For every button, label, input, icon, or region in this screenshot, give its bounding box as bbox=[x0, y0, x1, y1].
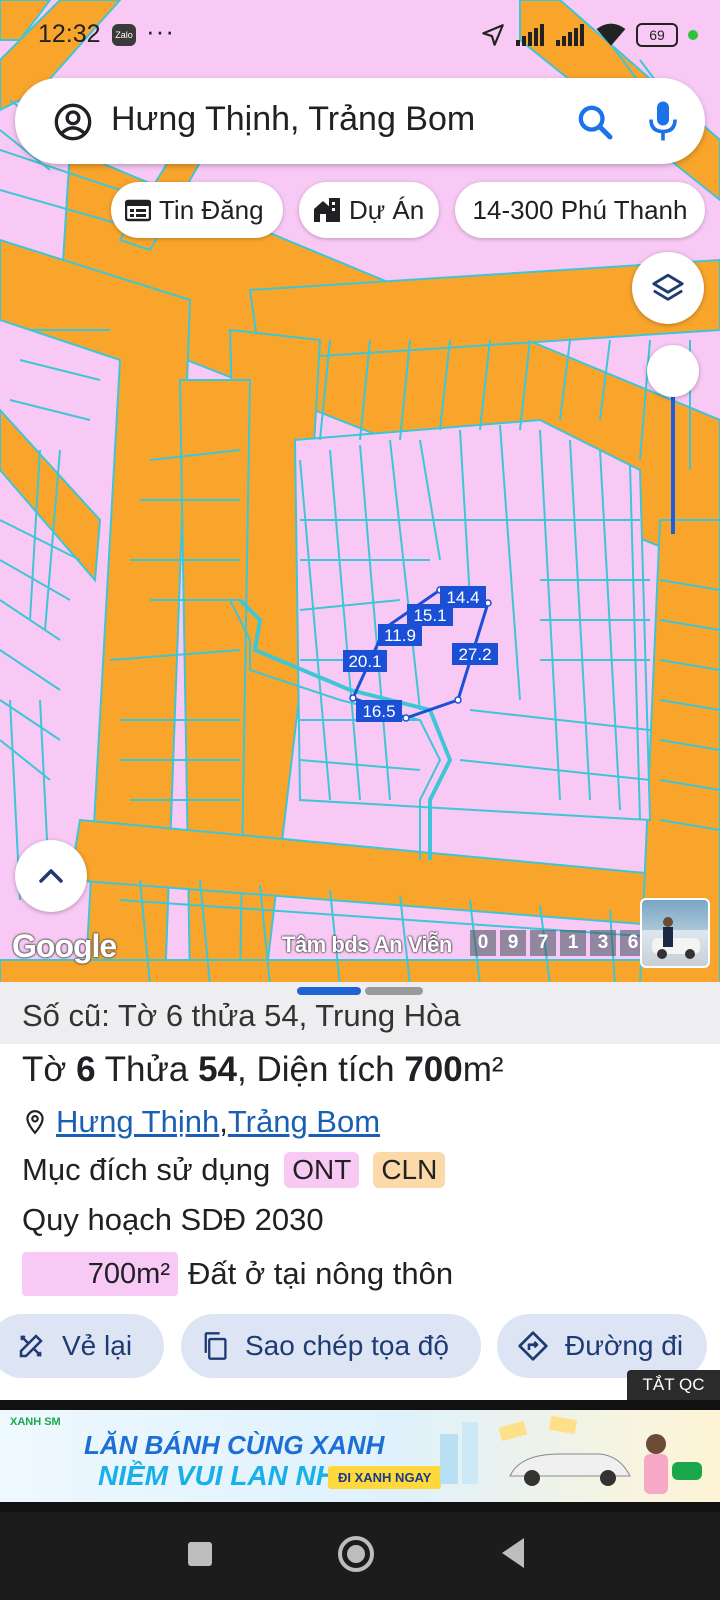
sheet-page-indicator bbox=[365, 987, 423, 995]
map-watermark: Tâm bds An Viễn bbox=[282, 932, 452, 957]
redraw-button[interactable]: Vẻ lại bbox=[0, 1314, 164, 1378]
pencil-ruler-icon bbox=[16, 1331, 46, 1361]
back-button[interactable] bbox=[498, 1536, 528, 1570]
chip-label: Dự Án bbox=[349, 194, 425, 225]
ward-link[interactable]: Hưng Thịnh bbox=[56, 1104, 219, 1140]
chip-address[interactable]: 14-300 Phú Thanh bbox=[455, 182, 705, 238]
buildings-icon bbox=[313, 197, 341, 223]
system-nav-bar bbox=[0, 1512, 720, 1600]
wifi-icon bbox=[596, 23, 626, 46]
location-pin-icon bbox=[26, 1110, 44, 1135]
agent-photo[interactable] bbox=[640, 898, 710, 968]
chip-label: Tin Đăng bbox=[159, 194, 264, 225]
zoning-area-swatch: 700m² bbox=[22, 1252, 178, 1296]
length-label: 20.1 bbox=[343, 650, 387, 672]
directions-button[interactable]: Đường đi bbox=[497, 1314, 707, 1378]
layers-button[interactable] bbox=[632, 252, 704, 324]
length-label: 15.1 bbox=[407, 604, 453, 626]
layers-icon bbox=[652, 273, 684, 301]
length-label: 11.9 bbox=[378, 624, 422, 646]
svg-text:16.5: 16.5 bbox=[362, 702, 395, 721]
old-parcel-text: Số cũ: Tờ 6 thửa 54, Trung Hòa bbox=[22, 998, 461, 1033]
directions-icon bbox=[517, 1330, 549, 1362]
zoom-slider-handle[interactable] bbox=[647, 345, 699, 397]
mic-icon[interactable] bbox=[645, 98, 681, 144]
status-bar: 12:32 Zalo ··· 69 bbox=[0, 0, 720, 70]
svg-text:20.1: 20.1 bbox=[348, 652, 381, 671]
expand-up-button[interactable] bbox=[15, 840, 87, 912]
zalo-notification-icon: Zalo bbox=[112, 24, 136, 46]
land-use-tag-cln: CLN bbox=[373, 1152, 446, 1188]
parcel-title: Tờ 6 Thửa 54, Diện tích 700m² bbox=[22, 1050, 504, 1089]
copy-coordinates-label: Sao chép tọa độ bbox=[245, 1330, 449, 1361]
signal-icon bbox=[516, 24, 544, 46]
more-notifications-icon: ··· bbox=[146, 16, 175, 46]
sheet-number: 6 bbox=[76, 1050, 96, 1089]
ad-headline-1: LĂN BÁNH CÙNG XANH bbox=[84, 1430, 385, 1460]
area-value: 700 bbox=[404, 1050, 463, 1089]
ad-cta[interactable]: ĐI XANH NGAY bbox=[328, 1466, 442, 1489]
chip-tin-dang[interactable]: Tin Đăng bbox=[111, 182, 283, 238]
copy-coordinates-button[interactable]: Sao chép tọa độ bbox=[181, 1314, 481, 1378]
clock: 12:32 bbox=[38, 20, 101, 48]
search-input[interactable]: Hưng Thịnh, Trảng Bom bbox=[111, 100, 475, 139]
close-ad-button[interactable]: TẮT QC bbox=[627, 1370, 720, 1400]
location-row: Hưng Thịnh, Trảng Bom bbox=[22, 1104, 380, 1140]
lot-number: 54 bbox=[198, 1050, 238, 1089]
land-use-label: Mục đích sử dụng bbox=[22, 1152, 271, 1187]
google-logo: Google bbox=[12, 928, 117, 964]
status-icons: 69 bbox=[480, 22, 698, 48]
svg-text:15.1: 15.1 bbox=[413, 606, 446, 625]
signal-icon bbox=[556, 24, 584, 46]
account-icon[interactable] bbox=[53, 102, 93, 142]
battery-icon: 69 bbox=[636, 23, 678, 47]
search-icon[interactable] bbox=[575, 102, 615, 142]
zoning-description: Đất ở tại nông thôn bbox=[188, 1256, 454, 1291]
chevron-up-icon bbox=[39, 869, 63, 883]
length-label: 27.2 bbox=[452, 643, 498, 665]
watermark-phone: 0 9 7 1 3 6 bbox=[470, 930, 646, 956]
redraw-label: Vẻ lại bbox=[62, 1330, 133, 1361]
ad-banner[interactable]: XANH SM LĂN BÁNH CÙNG XANH NIỀM VUI LAN … bbox=[0, 1410, 720, 1502]
privacy-indicator bbox=[688, 30, 698, 40]
chip-label: 14-300 Phú Thanh bbox=[472, 194, 688, 225]
directions-label: Đường đi bbox=[565, 1330, 684, 1361]
recent-apps-button[interactable] bbox=[186, 1540, 214, 1568]
map-view[interactable]: 14.4 15.1 11.9 20.1 27.2 16.5 12:32 Zalo… bbox=[0, 0, 720, 985]
ad-brand-logo: XANH SM bbox=[10, 1416, 61, 1428]
zoning-plan-row: 700m² Đất ở tại nông thôn bbox=[22, 1252, 453, 1296]
svg-text:27.2: 27.2 bbox=[458, 645, 491, 664]
length-label: 16.5 bbox=[356, 700, 402, 722]
search-bar[interactable]: Hưng Thịnh, Trảng Bom bbox=[15, 78, 705, 164]
home-button[interactable] bbox=[336, 1534, 376, 1574]
copy-icon bbox=[201, 1331, 229, 1361]
svg-text:11.9: 11.9 bbox=[384, 626, 416, 645]
land-use-row: Mục đích sử dụng ONT CLN bbox=[22, 1152, 446, 1188]
land-use-tag-ont: ONT bbox=[284, 1152, 360, 1188]
sheet-drag-handle[interactable] bbox=[297, 987, 361, 995]
zoning-plan-label: Quy hoạch SDĐ 2030 bbox=[22, 1202, 324, 1237]
calendar-list-icon bbox=[125, 198, 151, 222]
ad-illustration bbox=[440, 1415, 702, 1494]
location-arrow-icon bbox=[482, 24, 504, 46]
chip-du-an[interactable]: Dự Án bbox=[299, 182, 439, 238]
district-link[interactable]: Trảng Bom bbox=[228, 1104, 380, 1140]
